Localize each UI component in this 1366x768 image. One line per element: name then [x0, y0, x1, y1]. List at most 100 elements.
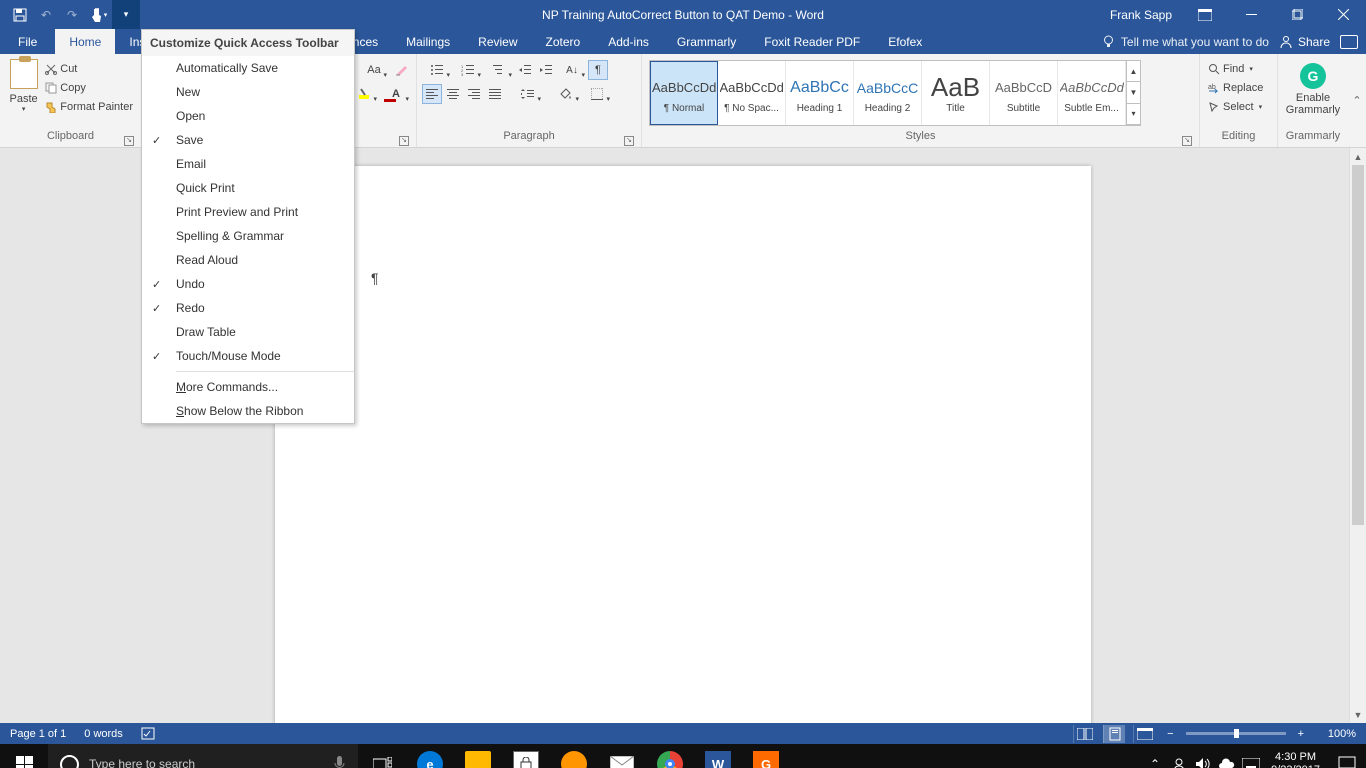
tab-home[interactable]: Home	[55, 29, 115, 54]
zoom-in-button[interactable]: +	[1294, 728, 1308, 740]
format-painter-button[interactable]: Format Painter	[42, 97, 136, 116]
tray-people-icon[interactable]	[1167, 744, 1191, 768]
clipboard-launcher-icon[interactable]: ↘	[124, 136, 134, 146]
style--normal[interactable]: AaBbCcDd¶ Normal	[650, 61, 718, 125]
style-subtitle[interactable]: AaBbCcDSubtitle	[990, 61, 1058, 125]
tab-mailings[interactable]: Mailings	[392, 29, 464, 54]
sort-button[interactable]: A↓	[557, 60, 587, 80]
qat-item-save[interactable]: ✓Save	[142, 128, 354, 152]
taskbar-explorer[interactable]	[454, 744, 502, 768]
tab-add-ins[interactable]: Add-ins	[594, 29, 663, 54]
change-case-button[interactable]: Aa	[359, 60, 389, 80]
action-center-button[interactable]: 22	[1328, 744, 1366, 768]
qat-item-draw-table[interactable]: Draw Table	[142, 320, 354, 344]
tab-grammarly[interactable]: Grammarly	[663, 29, 750, 54]
qat-item-automatically-save[interactable]: Automatically Save	[142, 56, 354, 80]
qat-item-new[interactable]: New	[142, 80, 354, 104]
font-color-button[interactable]: A	[381, 84, 411, 104]
start-button[interactable]	[0, 744, 48, 768]
shading-button[interactable]	[551, 84, 581, 104]
decrease-indent-button[interactable]	[515, 60, 535, 80]
styles-gallery[interactable]: AaBbCcDd¶ NormalAaBbCcDd¶ No Spac...AaBb…	[649, 60, 1141, 126]
page-indicator[interactable]: Page 1 of 1	[10, 728, 66, 740]
maximize-button[interactable]	[1274, 0, 1320, 29]
tray-volume-icon[interactable]	[1191, 744, 1215, 768]
tell-me-search[interactable]: Tell me what you want to do	[1102, 35, 1269, 49]
style-heading-1[interactable]: AaBbCcHeading 1	[786, 61, 854, 125]
zoom-level[interactable]: 100%	[1316, 728, 1356, 740]
collapse-ribbon-button[interactable]: ⌃	[1348, 54, 1366, 147]
web-layout-button[interactable]	[1133, 725, 1155, 743]
copy-button[interactable]: Copy	[42, 78, 136, 97]
cut-button[interactable]: Cut	[42, 59, 136, 78]
tray-clock[interactable]: 4:30 PM 9/23/2017	[1263, 751, 1328, 768]
taskbar-mail[interactable]: 99+	[598, 744, 646, 768]
document-page[interactable]: ¶	[275, 166, 1091, 723]
taskbar-firefox[interactable]	[550, 744, 598, 768]
read-mode-button[interactable]	[1073, 725, 1095, 743]
tray-overflow-icon[interactable]: ⌃	[1143, 744, 1167, 768]
select-button[interactable]: Select▾	[1205, 97, 1265, 116]
paste-button[interactable]: Paste ▾	[5, 57, 42, 113]
redo-icon[interactable]: ↷	[60, 2, 84, 27]
styles-launcher-icon[interactable]: ↘	[1182, 136, 1192, 146]
print-layout-button[interactable]	[1103, 725, 1125, 743]
minimize-button[interactable]	[1228, 0, 1274, 29]
taskbar-edge[interactable]: e	[406, 744, 454, 768]
show-below-ribbon-item[interactable]: Show Below the Ribbon	[142, 399, 354, 423]
paragraph-launcher-icon[interactable]: ↘	[624, 136, 634, 146]
qat-item-print-preview-and-print[interactable]: Print Preview and Print	[142, 200, 354, 224]
taskbar-word[interactable]: W	[694, 744, 742, 768]
bullets-button[interactable]	[422, 60, 452, 80]
vertical-scrollbar[interactable]: ▲ ▼	[1349, 148, 1366, 723]
qat-item-email[interactable]: Email	[142, 152, 354, 176]
justify-button[interactable]	[485, 84, 505, 104]
taskbar-search[interactable]: Type here to search	[48, 744, 358, 768]
increase-indent-button[interactable]	[536, 60, 556, 80]
zoom-slider[interactable]	[1186, 732, 1286, 735]
borders-button[interactable]	[582, 84, 612, 104]
tab-file[interactable]: File	[0, 29, 55, 54]
save-icon[interactable]	[8, 2, 32, 27]
show-hide-button[interactable]: ¶	[588, 60, 608, 80]
scroll-thumb[interactable]	[1352, 165, 1364, 525]
tray-onedrive-icon[interactable]	[1215, 744, 1239, 768]
zoom-out-button[interactable]: −	[1163, 728, 1177, 740]
qat-item-undo[interactable]: ✓Undo	[142, 272, 354, 296]
line-spacing-button[interactable]	[513, 84, 543, 104]
mic-icon[interactable]	[333, 755, 346, 768]
undo-icon[interactable]: ↶	[34, 2, 58, 27]
tab-efofex[interactable]: Efofex	[874, 29, 936, 54]
align-center-button[interactable]	[443, 84, 463, 104]
share-button[interactable]: Share	[1279, 35, 1330, 49]
scroll-down-icon[interactable]: ▼	[1350, 706, 1366, 723]
taskbar-app-g[interactable]: G	[742, 744, 790, 768]
task-view-button[interactable]	[358, 744, 406, 768]
multilevel-list-button[interactable]	[484, 60, 514, 80]
tray-keyboard-icon[interactable]	[1239, 744, 1263, 768]
style-heading-2[interactable]: AaBbCcCHeading 2	[854, 61, 922, 125]
taskbar-chrome[interactable]	[646, 744, 694, 768]
spell-check-icon[interactable]	[141, 727, 157, 741]
qat-item-touch-mouse-mode[interactable]: ✓Touch/Mouse Mode	[142, 344, 354, 368]
style--no-spac-[interactable]: AaBbCcDd¶ No Spac...	[718, 61, 786, 125]
style-title[interactable]: AaBTitle	[922, 61, 990, 125]
font-launcher-icon[interactable]: ↘	[399, 136, 409, 146]
style-subtle-em-[interactable]: AaBbCcDdSubtle Em...	[1058, 61, 1126, 125]
qat-item-read-aloud[interactable]: Read Aloud	[142, 248, 354, 272]
tab-foxit-reader-pdf[interactable]: Foxit Reader PDF	[750, 29, 874, 54]
taskbar-store[interactable]	[502, 744, 550, 768]
tab-zotero[interactable]: Zotero	[532, 29, 595, 54]
qat-item-quick-print[interactable]: Quick Print	[142, 176, 354, 200]
enable-grammarly-button[interactable]: G Enable Grammarly	[1283, 57, 1343, 116]
customize-qat-button[interactable]: ▾	[112, 0, 140, 29]
touch-mode-icon[interactable]: ▾	[86, 2, 110, 27]
numbering-button[interactable]: 123	[453, 60, 483, 80]
close-button[interactable]	[1320, 0, 1366, 29]
word-count[interactable]: 0 words	[84, 728, 123, 740]
align-right-button[interactable]	[464, 84, 484, 104]
comments-icon[interactable]	[1340, 35, 1358, 49]
styles-scroll[interactable]: ▲▼▾	[1126, 61, 1140, 125]
qat-item-spelling-grammar[interactable]: Spelling & Grammar	[142, 224, 354, 248]
replace-button[interactable]: abReplace	[1205, 78, 1266, 97]
